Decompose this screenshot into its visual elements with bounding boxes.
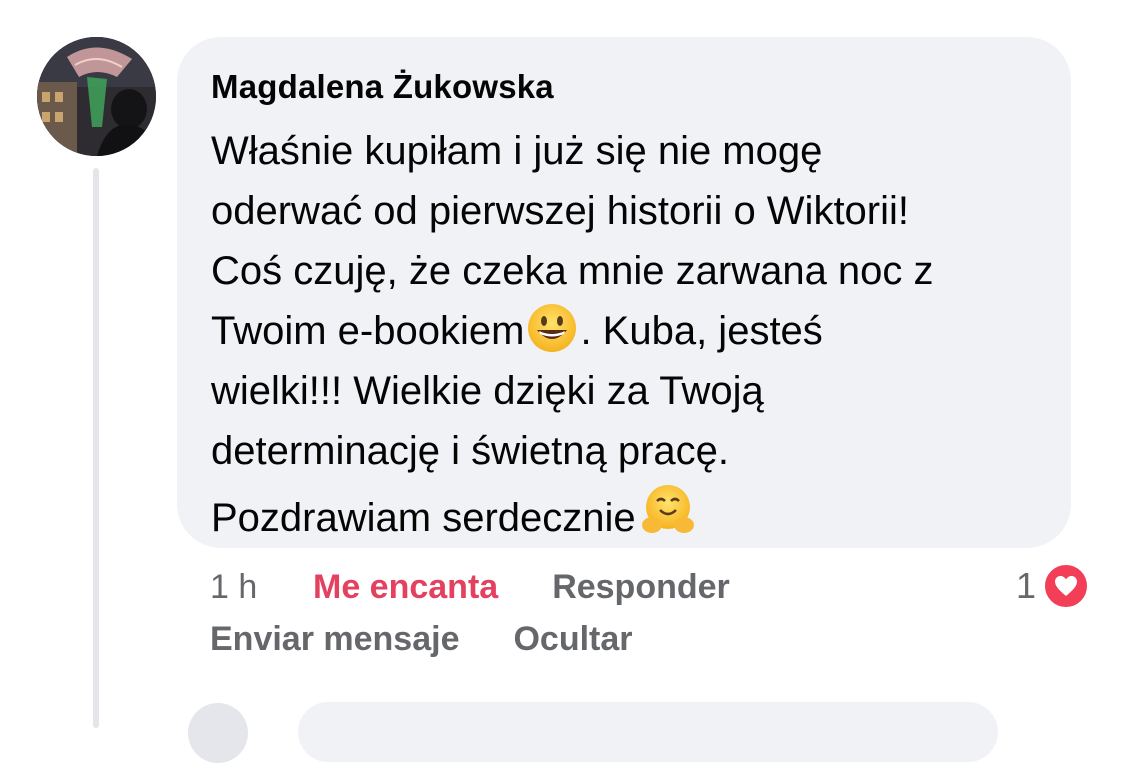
comment-segment: Pozdrawiam serdecznie (211, 496, 636, 540)
comment-line: oderwać od pierwszej historii o Wiktorii… (211, 189, 910, 233)
actions-row-primary: 1 h Me encanta Responder 1 (210, 562, 1090, 612)
avatar[interactable] (37, 37, 156, 156)
comment-line: Coś czuję, że czeka mnie zarwana noc z (211, 249, 934, 293)
comment-segment: . Kuba, jesteś (580, 309, 823, 353)
thread-line (93, 168, 99, 728)
actions-row-secondary: Enviar mensaje Ocultar (210, 614, 1090, 664)
comment-segment: Twoim e-bookiem (211, 309, 525, 353)
reply-button[interactable]: Responder (552, 568, 730, 607)
grinning-face-emoji (526, 302, 578, 354)
comment-line: determinację i świetną pracę. (211, 429, 730, 473)
comment-actions: 1 h Me encanta Responder 1 Enviar mensaj… (210, 562, 1090, 664)
comment-line: Pozdrawiam serdecznie (211, 481, 1037, 548)
hide-button[interactable]: Ocultar (513, 620, 632, 659)
comment-text: Właśnie kupiłam i już się nie mogę oderw… (211, 121, 1037, 548)
hugging-face-emoji (638, 481, 694, 533)
send-message-button[interactable]: Enviar mensaje (210, 620, 459, 659)
next-comment-avatar[interactable] (188, 703, 248, 763)
love-reaction-button[interactable]: Me encanta (313, 568, 498, 607)
reaction-summary[interactable]: 1 (1016, 562, 1090, 610)
comment-line: Twoim e-bookiem . Kuba, jesteś (211, 301, 1037, 361)
comment-line: wielki!!! Wielkie dzięki za Twoją (211, 369, 764, 413)
comment-author[interactable]: Magdalena Żukowska (211, 67, 1037, 107)
next-comment-bubble (298, 702, 998, 762)
comment-line: Właśnie kupiłam i już się nie mogę (211, 129, 823, 173)
comment-bubble: Magdalena Żukowska Właśnie kupiłam i już… (177, 37, 1071, 548)
avatar-photo (37, 37, 156, 156)
reaction-count: 1 (1015, 565, 1036, 606)
heart-reaction-icon (1042, 562, 1090, 610)
comment-timestamp[interactable]: 1 h (210, 568, 313, 607)
